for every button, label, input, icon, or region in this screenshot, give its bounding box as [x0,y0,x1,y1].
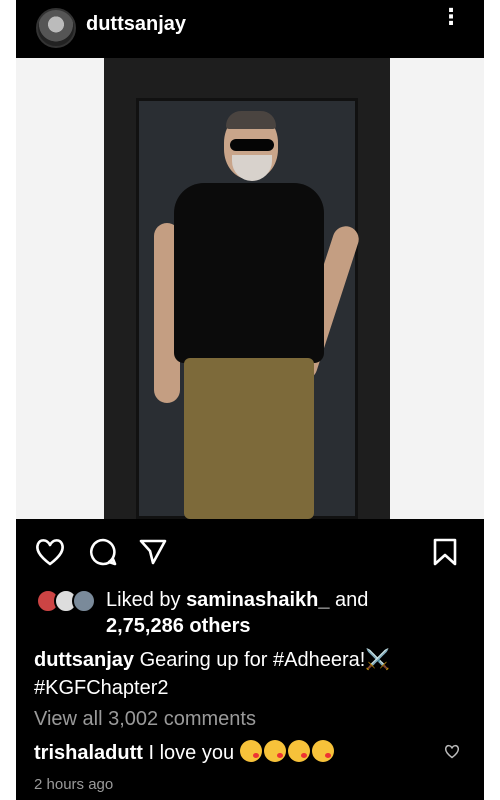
kiss-emoji [311,740,334,762]
comment-text: I love you [148,742,235,764]
profile-avatar[interactable] [36,8,76,48]
post-username[interactable]: duttsanjay [86,13,186,36]
kiss-emoji [239,740,262,762]
comment-row: trishaladutt I love you [34,740,434,765]
comment-icon[interactable] [88,537,118,567]
liked-by-user[interactable]: saminashaikh_ [186,589,329,611]
kiss-emoji [287,740,310,762]
person-sunglasses [230,139,274,151]
comment-like-heart-icon[interactable] [444,744,460,759]
caption-username[interactable]: duttsanjay [34,649,134,671]
comment-username[interactable]: trishaladutt [34,742,143,764]
share-icon[interactable] [138,537,168,565]
heart-icon[interactable] [34,537,66,567]
photo-door [104,58,390,519]
kiss-emoji [263,740,286,762]
photo-person [154,111,363,519]
post-container: duttsanjay ⋮ Liked by saminashaikh_ and … [16,0,484,800]
likes-count[interactable]: 2,75,286 others [106,615,251,637]
likes-section[interactable]: Liked by saminashaikh_ and 2,75,286 othe… [16,585,484,641]
liker-avatar [72,589,96,613]
view-comments-link[interactable]: View all 3,002 comments [34,708,256,731]
caption-text: Gearing up for #Adheera! [139,649,366,671]
post-caption: duttsanjay Gearing up for #Adheera!⚔️ #K… [34,646,474,702]
likes-and: and [335,589,369,611]
swords-emoji: ⚔️ [365,649,391,671]
action-bar [16,519,484,583]
bookmark-icon[interactable] [432,537,458,567]
liker-avatars [36,589,98,613]
post-timestamp: 2 hours ago [34,776,114,793]
person-pants [184,358,314,519]
post-image[interactable] [16,58,484,519]
person-shirt [174,183,324,363]
post-header: duttsanjay ⋮ [16,0,484,58]
likes-prefix: Liked by [106,589,181,611]
caption-hashtag[interactable]: #KGFChapter2 [34,677,169,699]
person-hair [226,111,276,129]
person-beard [232,155,272,181]
likes-text[interactable]: Liked by saminashaikh_ and 2,75,286 othe… [106,587,466,639]
more-options-icon[interactable]: ⋮ [440,6,462,28]
